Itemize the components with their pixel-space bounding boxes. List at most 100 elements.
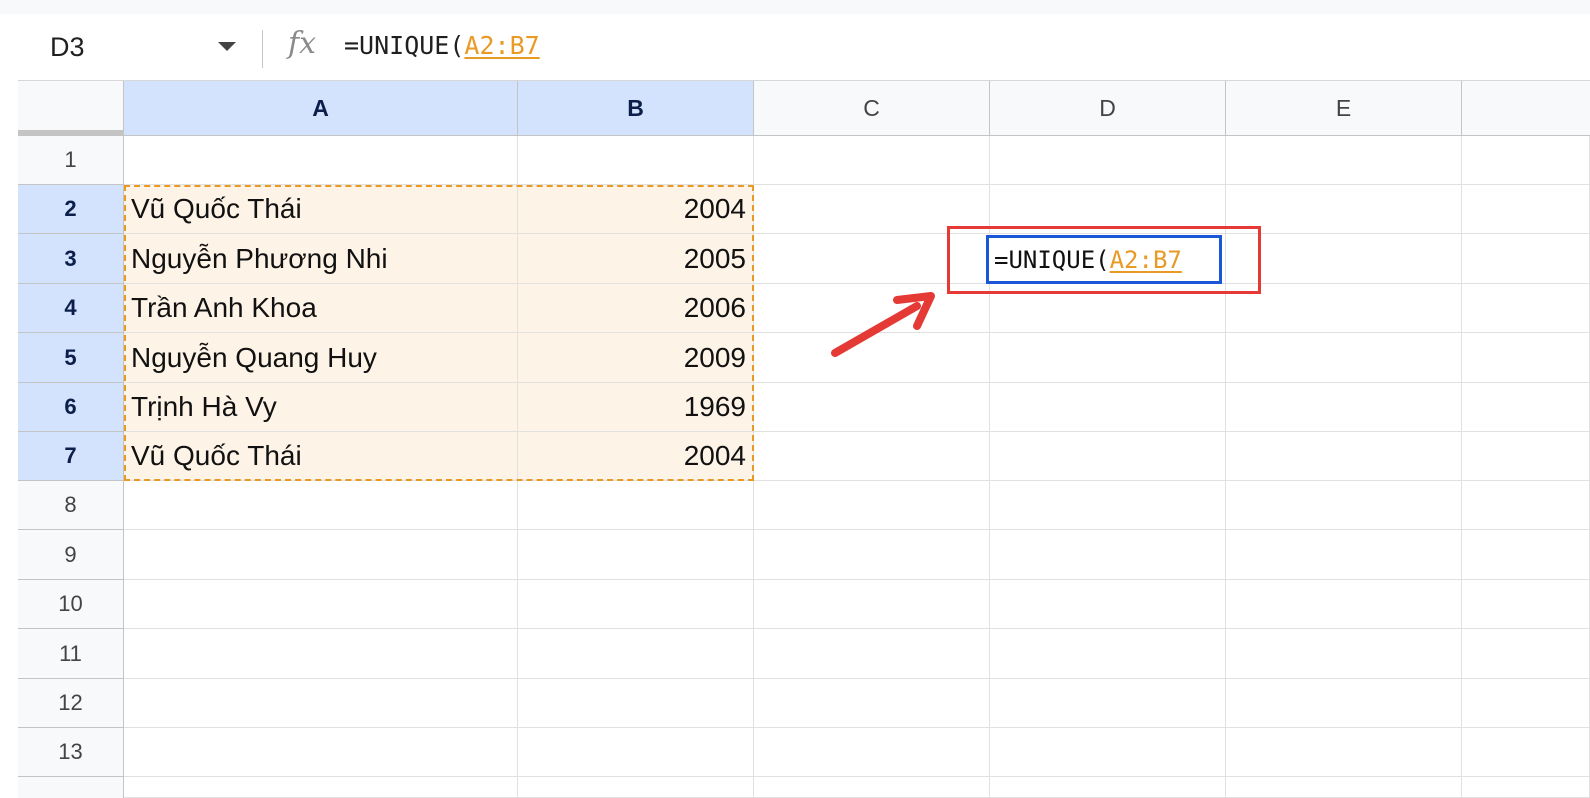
cell-b8[interactable] [518, 481, 754, 530]
row-header-9[interactable]: 9 [18, 530, 124, 580]
cell-a11[interactable] [124, 629, 518, 679]
cell-b3[interactable]: 2005 [518, 234, 754, 284]
row-header-8[interactable]: 8 [18, 481, 124, 530]
cell-a10[interactable] [124, 580, 518, 629]
cell-b2[interactable]: 2004 [518, 185, 754, 234]
cell-a12[interactable] [124, 679, 518, 728]
row-header-14[interactable] [18, 777, 124, 798]
cell-d13[interactable] [990, 728, 1226, 777]
cell-b14[interactable] [518, 777, 754, 798]
cell-c3[interactable] [754, 234, 990, 284]
select-all-corner[interactable] [18, 81, 124, 136]
cell-e2[interactable] [1226, 185, 1462, 234]
row-header-7[interactable]: 7 [18, 432, 124, 481]
column-header-c[interactable]: C [754, 81, 990, 136]
cell-d14[interactable] [990, 777, 1226, 798]
cell-d1[interactable] [990, 136, 1226, 185]
cell-f13[interactable] [1462, 728, 1590, 777]
cell-f9[interactable] [1462, 530, 1590, 580]
cell-c11[interactable] [754, 629, 990, 679]
cell-f12[interactable] [1462, 679, 1590, 728]
cell-a14[interactable] [124, 777, 518, 798]
row-header-4[interactable]: 4 [18, 284, 124, 333]
cell-f4[interactable] [1462, 284, 1590, 333]
cell-b13[interactable] [518, 728, 754, 777]
row-header-13[interactable]: 13 [18, 728, 124, 777]
cell-c13[interactable] [754, 728, 990, 777]
cell-c12[interactable] [754, 679, 990, 728]
cell-a8[interactable] [124, 481, 518, 530]
cell-b6[interactable]: 1969 [518, 383, 754, 432]
cell-b12[interactable] [518, 679, 754, 728]
column-header-a[interactable]: A [124, 81, 518, 136]
row-header-5[interactable]: 5 [18, 333, 124, 383]
cell-c10[interactable] [754, 580, 990, 629]
cell-d5[interactable] [990, 333, 1226, 383]
cell-d11[interactable] [990, 629, 1226, 679]
cell-e10[interactable] [1226, 580, 1462, 629]
cell-d12[interactable] [990, 679, 1226, 728]
formula-input[interactable]: =UNIQUE(A2:B7 [344, 31, 540, 60]
row-header-12[interactable]: 12 [18, 679, 124, 728]
cell-e7[interactable] [1226, 432, 1462, 481]
cell-f14[interactable] [1462, 777, 1590, 798]
cell-a2[interactable]: Vũ Quốc Thái [124, 185, 518, 234]
cell-e5[interactable] [1226, 333, 1462, 383]
cell-d10[interactable] [990, 580, 1226, 629]
cell-e13[interactable] [1226, 728, 1462, 777]
cell-e8[interactable] [1226, 481, 1462, 530]
cell-b4[interactable]: 2006 [518, 284, 754, 333]
cell-b10[interactable] [518, 580, 754, 629]
column-header-f[interactable] [1462, 81, 1590, 136]
cell-a4[interactable]: Trần Anh Khoa [124, 284, 518, 333]
cell-e14[interactable] [1226, 777, 1462, 798]
cell-a6[interactable]: Trịnh Hà Vy [124, 383, 518, 432]
cell-d8[interactable] [990, 481, 1226, 530]
cell-d2[interactable] [990, 185, 1226, 234]
cell-e9[interactable] [1226, 530, 1462, 580]
cell-c8[interactable] [754, 481, 990, 530]
cell-a13[interactable] [124, 728, 518, 777]
cell-f7[interactable] [1462, 432, 1590, 481]
name-box[interactable]: D3 [50, 32, 85, 63]
cell-a5[interactable]: Nguyễn Quang Huy [124, 333, 518, 383]
cell-e11[interactable] [1226, 629, 1462, 679]
cell-c7[interactable] [754, 432, 990, 481]
cell-f2[interactable] [1462, 185, 1590, 234]
cell-d6[interactable] [990, 383, 1226, 432]
cell-f6[interactable] [1462, 383, 1590, 432]
cell-d7[interactable] [990, 432, 1226, 481]
cell-d9[interactable] [990, 530, 1226, 580]
cell-b7[interactable]: 2004 [518, 432, 754, 481]
cell-c9[interactable] [754, 530, 990, 580]
cell-c1[interactable] [754, 136, 990, 185]
cell-b1[interactable] [518, 136, 754, 185]
row-header-6[interactable]: 6 [18, 383, 124, 432]
cell-b11[interactable] [518, 629, 754, 679]
cell-b9[interactable] [518, 530, 754, 580]
cell-f8[interactable] [1462, 481, 1590, 530]
cell-f11[interactable] [1462, 629, 1590, 679]
name-box-dropdown-icon[interactable] [218, 42, 236, 51]
cell-b5[interactable]: 2009 [518, 333, 754, 383]
cell-f3[interactable] [1462, 234, 1590, 284]
cell-a1[interactable] [124, 136, 518, 185]
cell-f10[interactable] [1462, 580, 1590, 629]
cell-a7[interactable]: Vũ Quốc Thái [124, 432, 518, 481]
cell-e3[interactable] [1226, 234, 1462, 284]
cell-e4[interactable] [1226, 284, 1462, 333]
row-header-2[interactable]: 2 [18, 185, 124, 234]
row-header-1[interactable]: 1 [18, 136, 124, 185]
column-header-b[interactable]: B [518, 81, 754, 136]
cell-c14[interactable] [754, 777, 990, 798]
row-header-11[interactable]: 11 [18, 629, 124, 679]
cell-f1[interactable] [1462, 136, 1590, 185]
cell-d4[interactable] [990, 284, 1226, 333]
row-header-10[interactable]: 10 [18, 580, 124, 629]
column-header-d[interactable]: D [990, 81, 1226, 136]
active-cell-d3-editor[interactable]: =UNIQUE(A2:B7 [986, 235, 1222, 284]
row-header-3[interactable]: 3 [18, 234, 124, 284]
cell-e6[interactable] [1226, 383, 1462, 432]
cell-a3[interactable]: Nguyễn Phương Nhi [124, 234, 518, 284]
cell-f5[interactable] [1462, 333, 1590, 383]
